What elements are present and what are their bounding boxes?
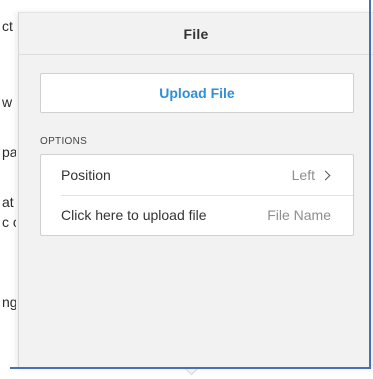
background-text-fragment: w [2, 94, 13, 110]
chevron-right-icon [320, 170, 331, 180]
option-label: Click here to upload file [61, 207, 207, 223]
position-value: Left [291, 167, 315, 183]
option-row-upload-file[interactable]: Click here to upload file File Name [41, 195, 353, 235]
options-heading: OPTIONS [40, 136, 88, 147]
background-text-fragment: at [2, 194, 14, 210]
background-text-fragment: pa [2, 144, 16, 160]
file-name-value: File Name [267, 207, 331, 223]
background-text-fragment: c c [2, 214, 16, 230]
option-label: Position [61, 167, 111, 183]
option-row-position[interactable]: Position Left [41, 155, 353, 195]
popover-title: File [183, 25, 209, 42]
options-list: Position Left Click here to upload file … [40, 154, 354, 236]
popover-header: File [19, 13, 373, 55]
file-popover: File Upload File OPTIONS Position Left C… [18, 12, 373, 369]
background-text-fragment: ng [2, 294, 16, 310]
background-text-fragment: ct [2, 18, 13, 34]
upload-file-button[interactable]: Upload File [40, 73, 354, 113]
option-value: Left [292, 167, 331, 183]
